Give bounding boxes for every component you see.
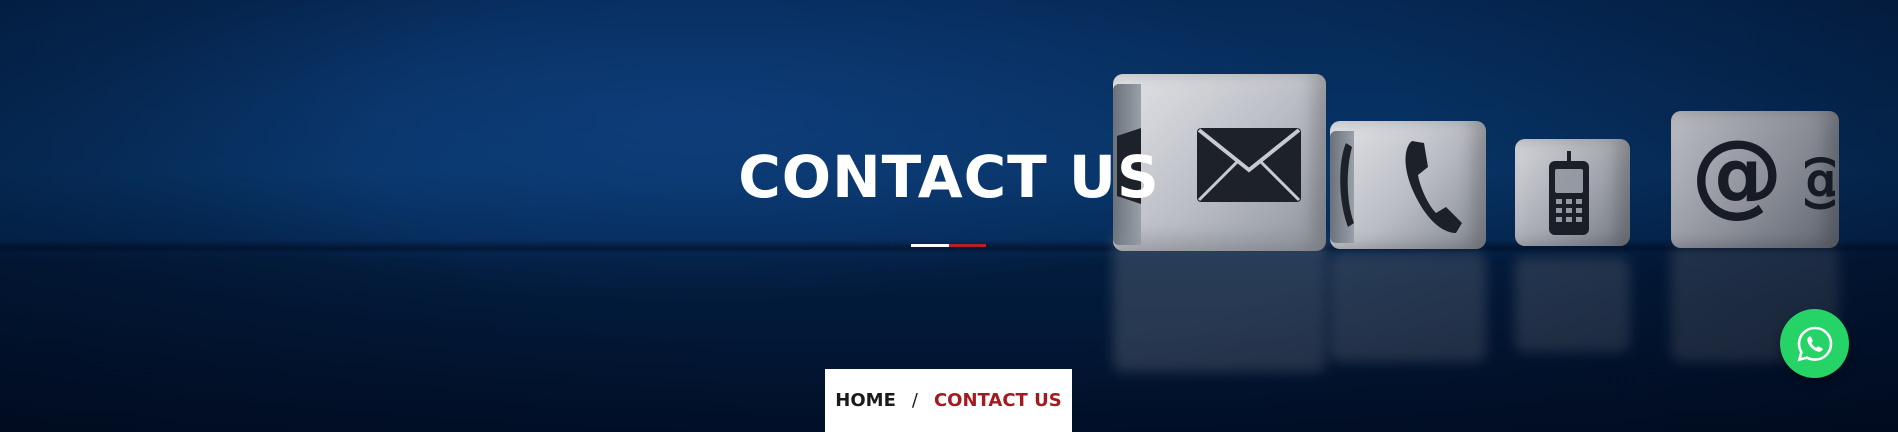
breadcrumb-current: CONTACT US bbox=[933, 390, 1062, 411]
whatsapp-icon bbox=[1797, 326, 1832, 361]
underline-white-segment bbox=[911, 244, 949, 247]
breadcrumb-home-link[interactable]: HOME bbox=[835, 390, 896, 411]
page-title: CONTACT US bbox=[738, 143, 1160, 211]
page-hero-banner: @ @ CONTACT US HOME / CONTACT US bbox=[0, 0, 1898, 432]
underline-red-segment bbox=[949, 244, 986, 247]
title-underline bbox=[911, 244, 986, 247]
breadcrumb-separator: / bbox=[911, 390, 918, 411]
cubes-reflection bbox=[1113, 232, 1843, 402]
whatsapp-button[interactable] bbox=[1780, 309, 1849, 378]
breadcrumb: HOME / CONTACT US bbox=[825, 369, 1072, 432]
